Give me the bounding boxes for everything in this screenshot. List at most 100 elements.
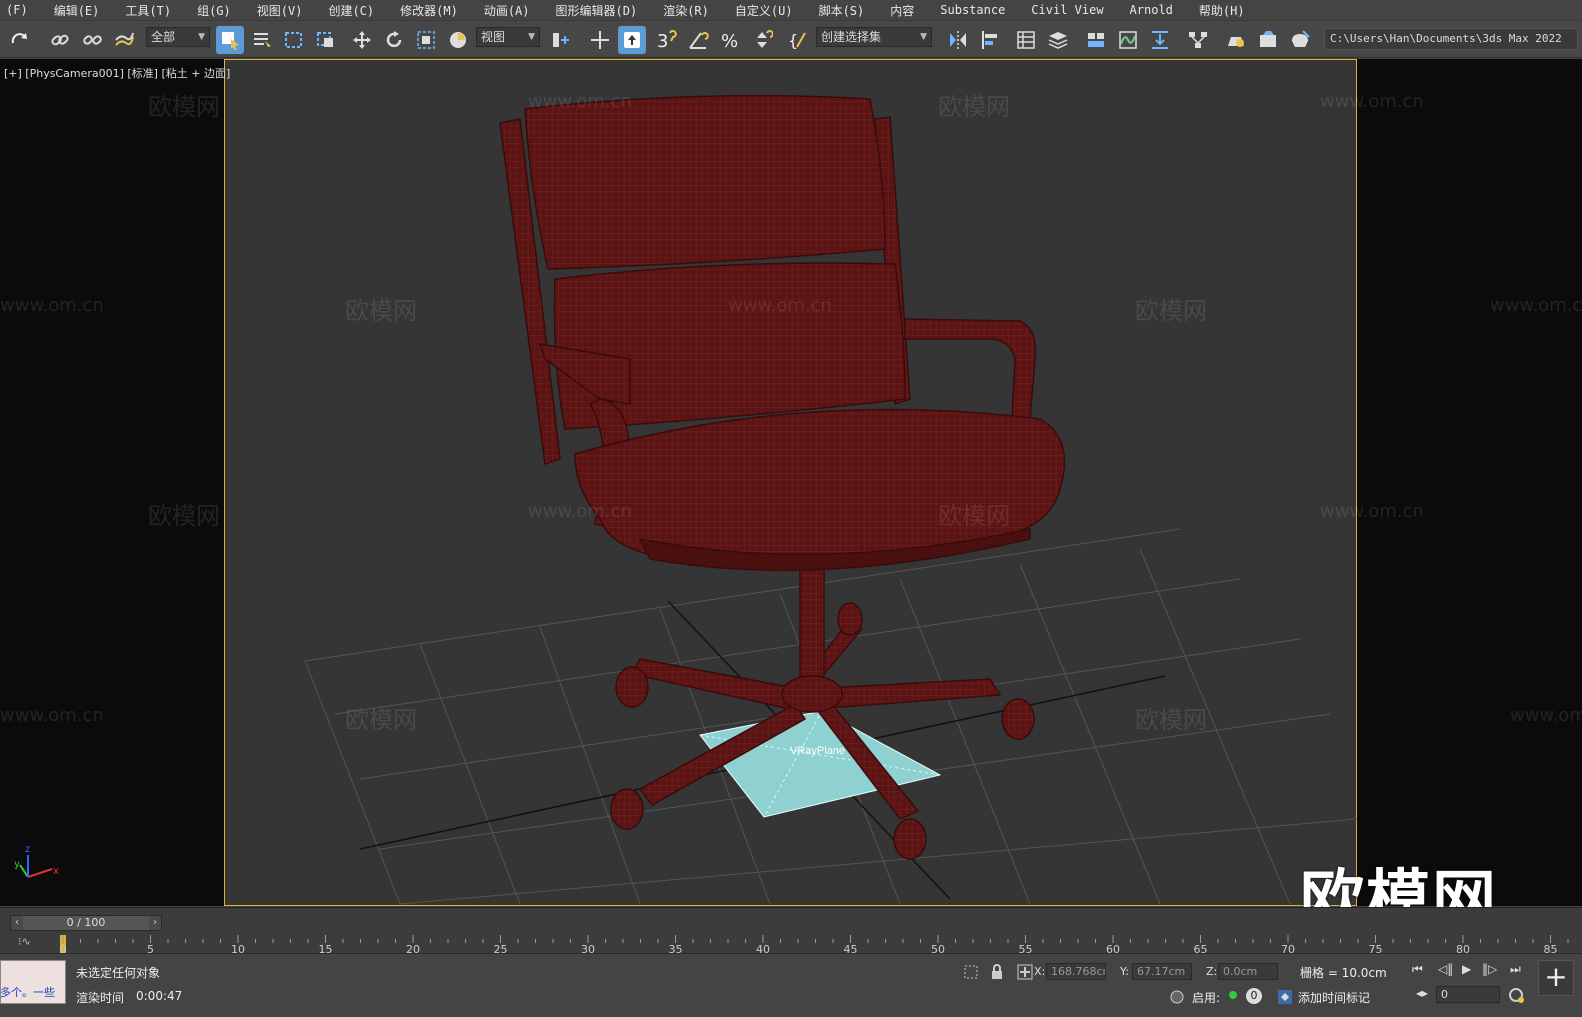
- menu-item[interactable]: 动画(A): [478, 2, 536, 19]
- time-slider[interactable]: ‹ 0 / 100 ›: [10, 915, 162, 931]
- angle-snap-icon[interactable]: [684, 26, 712, 54]
- render-setup-icon[interactable]: [1222, 26, 1250, 54]
- next-frame-arrow-icon[interactable]: ›: [149, 916, 161, 930]
- add-time-tag-label[interactable]: 添加时间标记: [1298, 989, 1370, 1006]
- mirror-icon[interactable]: [944, 26, 972, 54]
- menu-item[interactable]: 工具(T): [119, 2, 177, 19]
- rectangular-selection-icon[interactable]: [280, 26, 308, 54]
- set-key-button[interactable]: +: [1538, 960, 1574, 996]
- move-icon[interactable]: [348, 26, 376, 54]
- selection-filter-value: 全部: [151, 30, 176, 44]
- watermark: 欧模网: [345, 297, 417, 325]
- pivot-center-icon[interactable]: [546, 26, 574, 54]
- select-by-name-icon[interactable]: [248, 26, 276, 54]
- watermark: www.om.cn: [0, 295, 104, 316]
- toggle-ribbon-icon[interactable]: [1082, 26, 1110, 54]
- status-bar: 多个。一些 未选定任何对象 渲染时间 0:00:47 X: 168.768cm …: [0, 953, 1582, 1017]
- x-coordinate-field[interactable]: 168.768cm: [1046, 963, 1106, 980]
- project-path-value: C:\Users\Han\Documents\3ds Max 2022: [1330, 32, 1562, 45]
- menu-item[interactable]: 组(G): [191, 2, 237, 19]
- watermark: www.om.cn: [1490, 295, 1582, 316]
- go-to-end-icon[interactable]: ⏭: [1510, 962, 1521, 977]
- select-object-icon[interactable]: [216, 26, 244, 54]
- adaptive-degradation-icon[interactable]: [1168, 988, 1186, 1006]
- current-frame-field[interactable]: 0: [1436, 986, 1500, 1003]
- key-mode-toggle-icon[interactable]: ◂▸: [1416, 986, 1428, 1000]
- rendered-frame-window-icon[interactable]: [1254, 26, 1282, 54]
- project-path-field[interactable]: C:\Users\Han\Documents\3ds Max 2022: [1324, 28, 1578, 50]
- curve-editor-icon[interactable]: [1114, 26, 1142, 54]
- 3ds-max-window: (F) 编辑(E) 工具(T) 组(G) 视图(V) 创建(C) 修改器(M) 动画(A) 图形…: [0, 0, 1582, 1017]
- watermark: 欧模网: [345, 706, 417, 734]
- menu-item[interactable]: 图形编辑器(D): [550, 2, 644, 19]
- watermark: 欧模网: [1135, 706, 1207, 734]
- viewport-label[interactable]: [+] [PhysCamera001] [标准] [粘土 + 边面]: [4, 65, 230, 81]
- menu-item[interactable]: Civil View: [1025, 3, 1109, 17]
- selection-lock-icon[interactable]: [988, 963, 1006, 981]
- time-slider-bar: ‹ 0 / 100 › ⁝∿ 0 5 10 15 20 25 30 35 40 45 50 55 60 6…: [0, 907, 1582, 956]
- axis-y-label: y: [14, 859, 20, 870]
- edit-named-selection-icon[interactable]: {: [784, 26, 812, 54]
- menu-item[interactable]: 脚本(S): [813, 2, 871, 19]
- selection-filter-dropdown[interactable]: 全部 ▼: [146, 27, 210, 47]
- rotate-icon[interactable]: [380, 26, 408, 54]
- y-coordinate-field[interactable]: 67.17cm: [1132, 963, 1192, 980]
- link-icon[interactable]: [46, 26, 74, 54]
- schematic-view-icon[interactable]: [1184, 26, 1212, 54]
- menu-item[interactable]: (F): [0, 3, 34, 17]
- dope-sheet-icon[interactable]: [1146, 26, 1174, 54]
- time-tag-icon[interactable]: [1276, 988, 1294, 1006]
- watermark: 欧模网: [1135, 297, 1207, 325]
- scene-canvas[interactable]: x y z: [0, 59, 1582, 906]
- time-configuration-icon[interactable]: [1508, 987, 1526, 1005]
- unlink-icon[interactable]: [78, 26, 106, 54]
- z-coordinate-field[interactable]: 0.0cm: [1218, 963, 1278, 980]
- menu-item[interactable]: 创建(C): [322, 2, 380, 19]
- axis-x-label: x: [53, 866, 59, 877]
- next-frame-icon[interactable]: ‖▷: [1482, 962, 1497, 976]
- snaps-toggle-icon[interactable]: 3: [652, 26, 680, 54]
- menu-item[interactable]: 渲染(R): [657, 2, 715, 19]
- menu-item[interactable]: Substance: [934, 3, 1011, 17]
- window-crossing-icon[interactable]: [312, 26, 340, 54]
- menu-item[interactable]: 编辑(E): [48, 2, 106, 19]
- scale-icon[interactable]: [412, 26, 440, 54]
- absolute-mode-icon[interactable]: [1016, 963, 1034, 981]
- watermark: www.om.cn: [528, 501, 632, 522]
- redo-icon[interactable]: [6, 26, 34, 54]
- listener-text: 多个。一些: [0, 986, 55, 999]
- align-icon[interactable]: [976, 26, 1004, 54]
- layer-explorer-icon[interactable]: [1044, 26, 1072, 54]
- reference-coordinate-dropdown[interactable]: 视图 ▼: [476, 27, 540, 47]
- enable-count-badge: 0: [1246, 988, 1262, 1004]
- percent-snap-icon[interactable]: %: [716, 26, 744, 54]
- menu-item[interactable]: 自定义(U): [729, 2, 799, 19]
- scene-explorer-icon[interactable]: [1012, 26, 1040, 54]
- reference-coordinate-value: 视图: [481, 30, 506, 44]
- spinner-snap-icon[interactable]: [748, 26, 776, 54]
- menu-item[interactable]: 视图(V): [251, 2, 309, 19]
- menu-item[interactable]: 帮助(H): [1193, 2, 1251, 19]
- menu-item[interactable]: 内容: [884, 2, 920, 19]
- menu-bar: (F) 编辑(E) 工具(T) 组(G) 视图(V) 创建(C) 修改器(M) 动画(A) 图形…: [0, 0, 1582, 20]
- watermark: 欧模网: [938, 502, 1010, 530]
- previous-frame-icon[interactable]: ◁‖: [1438, 962, 1453, 976]
- svg-text:%: %: [721, 31, 738, 51]
- isolate-selection-icon[interactable]: [962, 963, 980, 981]
- render-production-icon[interactable]: [1286, 26, 1314, 54]
- watermark: 欧模网: [148, 93, 220, 121]
- status-dot-icon: [1229, 991, 1237, 999]
- place-icon[interactable]: [444, 26, 472, 54]
- viewport[interactable]: [+] [PhysCamera001] [标准] [粘土 + 边面] x y z…: [0, 59, 1582, 938]
- mini-curve-editor-icon[interactable]: ⁝∿: [18, 935, 44, 951]
- bind-space-warp-icon[interactable]: [110, 26, 138, 54]
- menu-item[interactable]: 修改器(M): [394, 2, 464, 19]
- menu-item[interactable]: Arnold: [1124, 3, 1179, 17]
- select-manipulate-icon[interactable]: [586, 26, 614, 54]
- prev-frame-arrow-icon[interactable]: ‹: [11, 916, 23, 930]
- named-selection-dropdown[interactable]: 创建选择集 ▼: [816, 27, 932, 47]
- keyboard-shortcut-override-icon[interactable]: [618, 26, 646, 54]
- go-to-start-icon[interactable]: ⏮: [1412, 962, 1423, 977]
- play-icon[interactable]: ▶: [1462, 962, 1471, 976]
- named-selection-value: 创建选择集: [821, 30, 882, 44]
